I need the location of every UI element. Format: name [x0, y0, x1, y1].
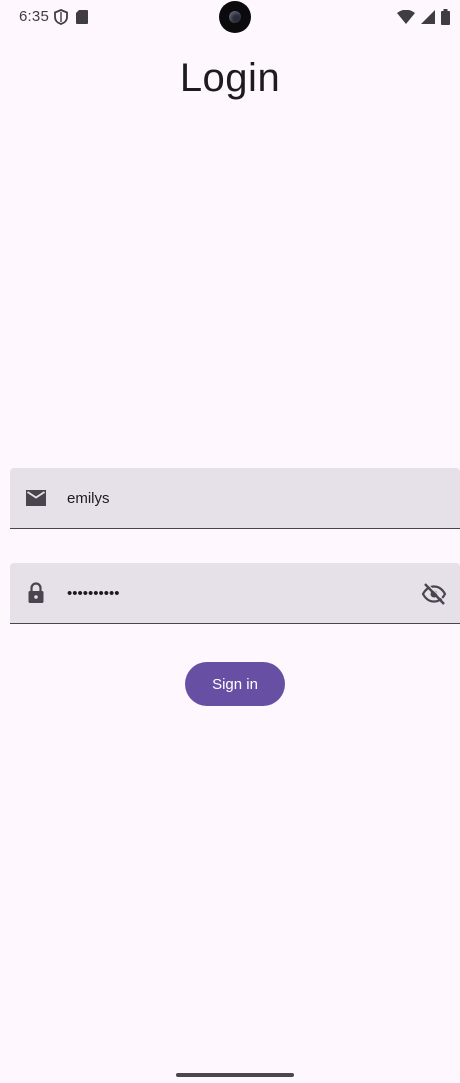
email-field[interactable] — [10, 468, 460, 529]
login-screen: 6:35 Login emilys •••••••••• Sign in — [0, 0, 460, 1083]
battery-icon — [441, 9, 450, 30]
gesture-nav-handle[interactable] — [176, 1073, 294, 1077]
visibility-off-icon[interactable] — [421, 581, 447, 607]
status-bar: 6:35 — [0, 0, 460, 34]
sd-card-icon — [76, 10, 88, 29]
front-camera — [219, 1, 251, 33]
password-input[interactable] — [67, 563, 407, 623]
cellular-signal-icon — [421, 10, 435, 29]
status-right-icons — [397, 9, 450, 30]
mail-icon — [24, 486, 48, 510]
sign-in-button[interactable]: Sign in — [185, 662, 285, 706]
password-field[interactable] — [10, 563, 460, 624]
email-input[interactable] — [67, 468, 407, 528]
status-time: 6:35 — [19, 8, 49, 25]
shield-icon — [54, 9, 68, 30]
lock-icon — [24, 581, 48, 605]
wifi-icon — [397, 9, 415, 29]
page-title: Login — [179, 56, 281, 100]
status-left-icons — [54, 9, 88, 30]
